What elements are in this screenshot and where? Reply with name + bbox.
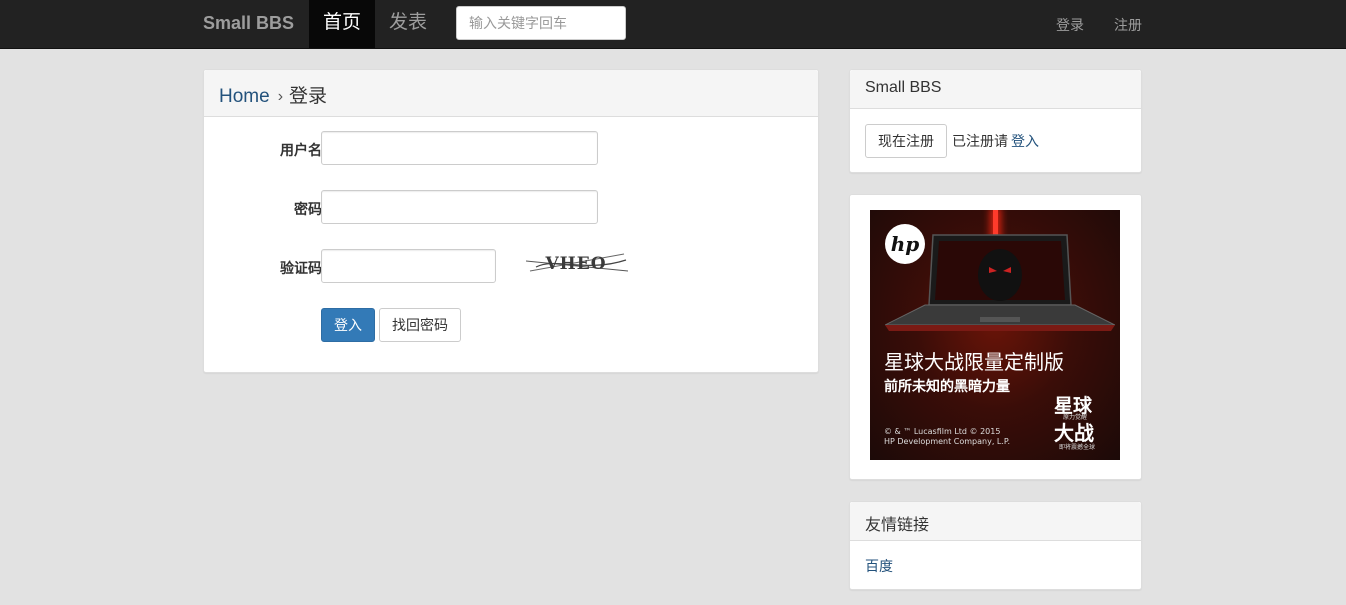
captcha-text: VHEO bbox=[544, 254, 606, 274]
star-wars-release-note: 即将震撼全球 bbox=[1059, 444, 1096, 451]
ad-subline: 前所未知的黑暗力量 bbox=[884, 379, 1010, 395]
search-input[interactable] bbox=[456, 6, 626, 40]
password-label: 密码 bbox=[294, 201, 322, 217]
nav-login-link[interactable]: 登录 bbox=[1056, 15, 1084, 35]
sidebar-links-panel: 友情链接 百度 bbox=[849, 501, 1142, 590]
register-now-button[interactable]: 现在注册 bbox=[865, 124, 947, 158]
recover-password-button[interactable]: 找回密码 bbox=[379, 308, 461, 342]
nav-item-home[interactable]: 首页 bbox=[309, 0, 375, 48]
breadcrumb: Home › 登录 bbox=[204, 70, 818, 117]
username-label: 用户名 bbox=[280, 142, 322, 158]
ad-copyright-1: © & ™ Lucasfilm Ltd © 2015 bbox=[884, 427, 1001, 436]
breadcrumb-separator: › bbox=[277, 88, 284, 105]
login-panel: Home › 登录 用户名 密码 验证码 VHEO 登入 找回密码 bbox=[203, 69, 819, 373]
hp-logo-icon: hp bbox=[885, 224, 925, 264]
login-submit-button[interactable]: 登入 bbox=[321, 308, 375, 342]
already-registered-text: 已注册请 bbox=[952, 133, 1008, 149]
svg-text:hp: hp bbox=[891, 232, 920, 256]
captcha-image[interactable]: VHEO bbox=[526, 251, 628, 275]
brand-logo[interactable]: Small BBS bbox=[203, 13, 294, 34]
top-navbar: Small BBS 首页 发表 登录 注册 bbox=[0, 0, 1346, 49]
captcha-label: 验证码 bbox=[280, 260, 322, 276]
sidebar-site-title: Small BBS bbox=[850, 70, 1141, 109]
captcha-field[interactable] bbox=[321, 249, 496, 283]
password-field[interactable] bbox=[321, 190, 598, 224]
ad-headline: 星球大战限量定制版 bbox=[884, 350, 1064, 374]
nav-item-post[interactable]: 发表 bbox=[375, 0, 441, 48]
sidebar-site-panel: Small BBS 现在注册 已注册请 登入 bbox=[849, 69, 1142, 173]
username-field[interactable] bbox=[321, 131, 598, 165]
nav-register-link[interactable]: 注册 bbox=[1114, 15, 1142, 35]
sidebar-login-link[interactable]: 登入 bbox=[1011, 131, 1039, 151]
breadcrumb-home-link[interactable]: Home bbox=[219, 86, 270, 107]
breadcrumb-current: 登录 bbox=[289, 86, 328, 107]
sidebar-ad-panel: hp 星球大战限量定制版 前所未知的黑暗力量 © & ™ Lucasfilm L… bbox=[849, 194, 1142, 480]
ad-copyright-2: HP Development Company, L.P. bbox=[884, 437, 1011, 446]
friend-link-baidu[interactable]: 百度 bbox=[865, 556, 893, 576]
hp-star-wars-ad[interactable]: hp 星球大战限量定制版 前所未知的黑暗力量 © & ™ Lucasfilm L… bbox=[870, 210, 1120, 460]
friend-links-title: 友情链接 bbox=[850, 502, 1141, 541]
